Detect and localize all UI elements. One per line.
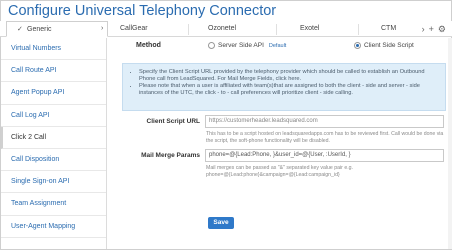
tab-ctm[interactable]: CTM — [381, 21, 396, 37]
scrollbar[interactable] — [448, 38, 452, 249]
click2call-panel: Method Server Side API Default Client Si… — [108, 38, 451, 249]
plus-icon[interactable]: + — [429, 24, 434, 34]
sidebar-item-click-2-call[interactable]: Click 2 Call — [1, 126, 106, 149]
tab-label: CallGear — [120, 25, 148, 32]
info-note: Specify the Client Script URL provided b… — [122, 63, 446, 111]
chevron-right-icon[interactable]: › — [422, 24, 425, 34]
chevron-left-icon[interactable]: › — [101, 21, 103, 37]
tab-divider — [188, 24, 189, 35]
tab-callgear[interactable]: CallGear — [120, 21, 148, 37]
radio-label: Client Side Script — [364, 42, 414, 49]
tab-label: Generic — [27, 26, 52, 33]
method-label: Method — [136, 42, 161, 49]
mail-merge-params-input[interactable]: phone=@{Lead:Phone, }&user_id=@{User, :U… — [205, 149, 444, 162]
sidebar-item-call-route-api[interactable]: Call Route API — [1, 60, 106, 83]
provider-tabbar: ✓ Generic › CallGear Ozonetel Exotel CTM… — [0, 21, 452, 37]
info-bullet: Please note that when a user is affiliat… — [139, 83, 437, 97]
radio-circle[interactable] — [208, 42, 215, 49]
tab-ozonetel[interactable]: Ozonetel — [208, 21, 236, 37]
mail-merge-params-label: Mail Merge Params — [141, 152, 200, 159]
window-title: Configure Universal Telephony Connector — [8, 3, 277, 19]
sidebar-item-team-assignment[interactable]: Team Assignment — [1, 193, 106, 216]
radio-circle-selected[interactable] — [354, 42, 361, 49]
tab-label: CTM — [381, 25, 397, 32]
tab-label: Exotel — [300, 25, 320, 32]
tab-generic[interactable]: ✓ Generic — [6, 21, 108, 37]
sidebar-item-call-log-api[interactable]: Call Log API — [1, 105, 106, 127]
check-icon: ✓ — [17, 26, 23, 33]
client-script-help: This has to be a script hosted on leadsq… — [206, 131, 444, 144]
gear-icon[interactable]: ⚙ — [438, 24, 446, 35]
tab-label: Ozonetel — [208, 25, 237, 32]
radio-client-side-script[interactable]: Client Side Script — [354, 42, 414, 49]
sidebar-item-user-agent-mapping[interactable]: User-Agent Mapping — [1, 216, 106, 238]
tab-exotel[interactable]: Exotel — [300, 21, 319, 37]
tab-divider — [276, 24, 277, 35]
client-script-url-input[interactable]: https://customerheader.leadsquared.com — [205, 115, 444, 128]
save-button[interactable]: Save — [208, 217, 234, 229]
default-badge: Default — [268, 42, 287, 49]
sidebar-item-virtual-numbers[interactable]: Virtual Numbers — [1, 38, 106, 61]
tab-tools: › + ⚙ — [422, 21, 446, 37]
client-script-url-label: Client Script URL — [146, 118, 200, 125]
sidebar-item-agent-popup-api[interactable]: Agent Popup API — [1, 82, 106, 105]
info-bullet: Specify the Client Script URL provided b… — [139, 69, 437, 83]
radio-server-side-api[interactable]: Server Side API Default — [208, 42, 286, 49]
sidebar-item-single-sign-on-api[interactable]: Single Sign-on API — [1, 171, 106, 194]
mail-merge-example: phone=@{Lead:phone}&campaign=@{Lead:camp… — [206, 172, 340, 178]
tab-divider — [358, 24, 359, 35]
settings-sidebar: Virtual Numbers Call Route API Agent Pop… — [1, 38, 107, 249]
radio-label: Server Side API — [218, 42, 264, 49]
sidebar-item-call-disposition[interactable]: Call Disposition — [1, 149, 106, 172]
mail-merge-help: Mail merges can be passed as "&" separat… — [206, 165, 353, 171]
